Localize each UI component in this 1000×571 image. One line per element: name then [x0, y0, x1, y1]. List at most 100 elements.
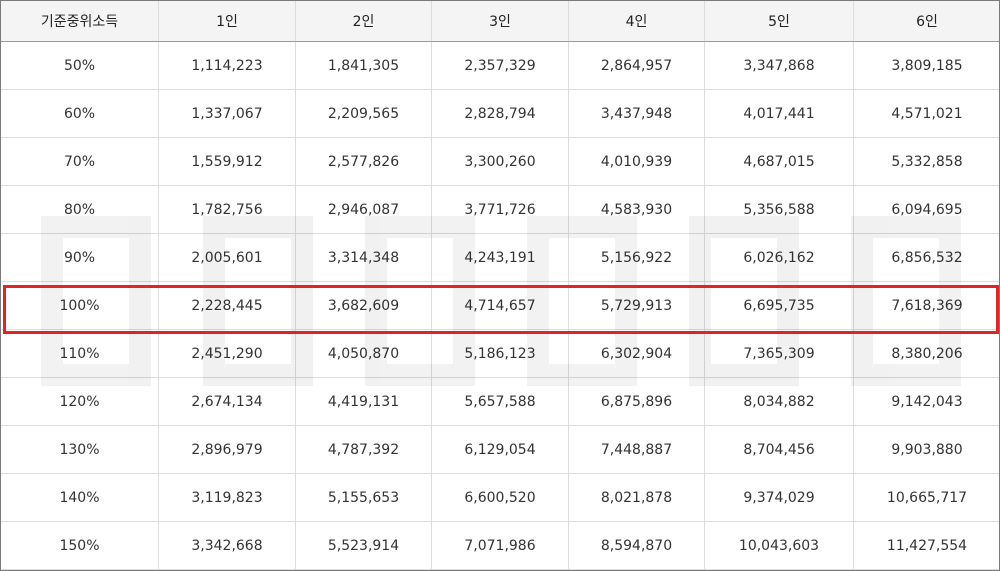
- amount-cell: 1,337,067: [158, 89, 296, 138]
- income-level-cell: 130%: [1, 425, 159, 474]
- amount-cell: 5,155,653: [295, 473, 432, 522]
- amount-cell: 9,374,029: [704, 473, 854, 522]
- income-level-cell: 100%: [1, 281, 159, 330]
- table-row: 70% 1,559,912 2,577,826 3,300,260 4,010,939 4…: [1, 137, 999, 186]
- income-level-cell: 140%: [1, 473, 159, 522]
- amount-cell: 3,682,609: [295, 281, 432, 330]
- amount-cell: 3,119,823: [158, 473, 296, 522]
- amount-cell: 4,714,657: [431, 281, 569, 330]
- amount-cell: 2,864,957: [568, 41, 705, 90]
- column-header: 2인: [295, 1, 432, 42]
- income-table-frame: 기준중위소득 1인 2인 3인 4인 5인 6인 50% 1,114,223 1,8…: [0, 0, 1000, 571]
- median-income-table: 기준중위소득 1인 2인 3인 4인 5인 6인 50% 1,114,223 1,8…: [1, 1, 999, 570]
- amount-cell: 2,451,290: [158, 329, 296, 378]
- amount-cell: 7,448,887: [568, 425, 705, 474]
- table-row: 60% 1,337,067 2,209,565 2,828,794 3,437,948 4…: [1, 89, 999, 138]
- amount-cell: 3,437,948: [568, 89, 705, 138]
- amount-cell: 2,896,979: [158, 425, 296, 474]
- income-level-cell: 50%: [1, 41, 159, 90]
- amount-cell: 2,357,329: [431, 41, 569, 90]
- amount-cell: 2,828,794: [431, 89, 569, 138]
- amount-cell: 4,419,131: [295, 377, 432, 426]
- amount-cell: 8,704,456: [704, 425, 854, 474]
- amount-cell: 5,523,914: [295, 521, 432, 570]
- amount-cell: 4,583,930: [568, 185, 705, 234]
- amount-cell: 4,571,021: [853, 89, 999, 138]
- amount-cell: 8,594,870: [568, 521, 705, 570]
- header-row: 기준중위소득 1인 2인 3인 4인 5인 6인: [1, 1, 999, 42]
- amount-cell: 6,026,162: [704, 233, 854, 282]
- amount-cell: 6,856,532: [853, 233, 999, 282]
- table-body: 50% 1,114,223 1,841,305 2,357,329 2,864,957 3…: [1, 41, 999, 570]
- amount-cell: 5,729,913: [568, 281, 705, 330]
- amount-cell: 6,094,695: [853, 185, 999, 234]
- amount-cell: 3,809,185: [853, 41, 999, 90]
- amount-cell: 10,043,603: [704, 521, 854, 570]
- amount-cell: 6,129,054: [431, 425, 569, 474]
- amount-cell: 1,782,756: [158, 185, 296, 234]
- amount-cell: 3,347,868: [704, 41, 854, 90]
- income-level-cell: 120%: [1, 377, 159, 426]
- table-row: 120% 2,674,134 4,419,131 5,657,588 6,875,896…: [1, 377, 999, 426]
- amount-cell: 4,243,191: [431, 233, 569, 282]
- amount-cell: 9,142,043: [853, 377, 999, 426]
- column-header: 3인: [431, 1, 569, 42]
- amount-cell: 7,618,369: [853, 281, 999, 330]
- amount-cell: 5,356,588: [704, 185, 854, 234]
- column-header: 4인: [568, 1, 705, 42]
- amount-cell: 4,017,441: [704, 89, 854, 138]
- income-level-cell: 90%: [1, 233, 159, 282]
- column-header: 기준중위소득: [1, 1, 159, 42]
- amount-cell: 7,071,986: [431, 521, 569, 570]
- amount-cell: 5,657,588: [431, 377, 569, 426]
- table-row: 150% 3,342,668 5,523,914 7,071,986 8,594,870…: [1, 521, 999, 570]
- amount-cell: 2,005,601: [158, 233, 296, 282]
- amount-cell: 4,050,870: [295, 329, 432, 378]
- amount-cell: 3,771,726: [431, 185, 569, 234]
- amount-cell: 5,186,123: [431, 329, 569, 378]
- table-row: 130% 2,896,979 4,787,392 6,129,054 7,448,887…: [1, 425, 999, 474]
- amount-cell: 2,209,565: [295, 89, 432, 138]
- amount-cell: 2,577,826: [295, 137, 432, 186]
- amount-cell: 1,841,305: [295, 41, 432, 90]
- amount-cell: 1,114,223: [158, 41, 296, 90]
- income-level-cell: 110%: [1, 329, 159, 378]
- column-header: 1인: [158, 1, 296, 42]
- amount-cell: 5,332,858: [853, 137, 999, 186]
- amount-cell: 2,946,087: [295, 185, 432, 234]
- table-row: 110% 2,451,290 4,050,870 5,186,123 6,302,904…: [1, 329, 999, 378]
- income-level-cell: 150%: [1, 521, 159, 570]
- amount-cell: 5,156,922: [568, 233, 705, 282]
- amount-cell: 3,300,260: [431, 137, 569, 186]
- amount-cell: 6,875,896: [568, 377, 705, 426]
- amount-cell: 3,342,668: [158, 521, 296, 570]
- amount-cell: 2,228,445: [158, 281, 296, 330]
- amount-cell: 1,559,912: [158, 137, 296, 186]
- income-level-cell: 60%: [1, 89, 159, 138]
- table-row: 80% 1,782,756 2,946,087 3,771,726 4,583,930 5…: [1, 185, 999, 234]
- table-row: 50% 1,114,223 1,841,305 2,357,329 2,864,957 3…: [1, 41, 999, 90]
- amount-cell: 3,314,348: [295, 233, 432, 282]
- amount-cell: 8,021,878: [568, 473, 705, 522]
- amount-cell: 2,674,134: [158, 377, 296, 426]
- amount-cell: 8,034,882: [704, 377, 854, 426]
- amount-cell: 6,600,520: [431, 473, 569, 522]
- table-row: 100% 2,228,445 3,682,609 4,714,657 5,729,913…: [1, 281, 999, 330]
- amount-cell: 4,687,015: [704, 137, 854, 186]
- table-row: 140% 3,119,823 5,155,653 6,600,520 8,021,878…: [1, 473, 999, 522]
- amount-cell: 7,365,309: [704, 329, 854, 378]
- amount-cell: 8,380,206: [853, 329, 999, 378]
- amount-cell: 9,903,880: [853, 425, 999, 474]
- amount-cell: 6,695,735: [704, 281, 854, 330]
- income-level-cell: 80%: [1, 185, 159, 234]
- income-level-cell: 70%: [1, 137, 159, 186]
- amount-cell: 6,302,904: [568, 329, 705, 378]
- table-header: 기준중위소득 1인 2인 3인 4인 5인 6인: [1, 1, 999, 42]
- column-header: 6인: [853, 1, 999, 42]
- table-row: 90% 2,005,601 3,314,348 4,243,191 5,156,922 6…: [1, 233, 999, 282]
- column-header: 5인: [704, 1, 854, 42]
- amount-cell: 4,010,939: [568, 137, 705, 186]
- amount-cell: 11,427,554: [853, 521, 999, 570]
- amount-cell: 4,787,392: [295, 425, 432, 474]
- amount-cell: 10,665,717: [853, 473, 999, 522]
